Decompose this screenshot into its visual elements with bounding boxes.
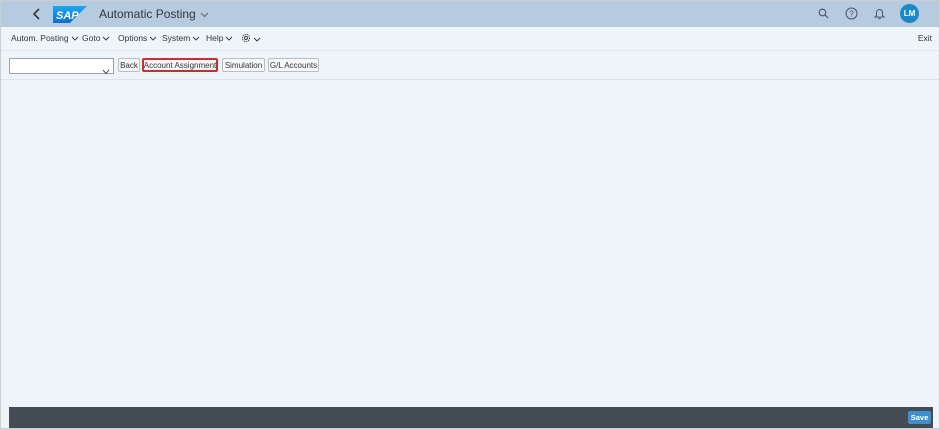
chevron-down-icon bbox=[192, 33, 200, 43]
menu-settings[interactable] bbox=[241, 33, 261, 45]
account-assignment-button[interactable]: Account Assignment bbox=[142, 58, 218, 72]
menu-help[interactable]: Help bbox=[206, 33, 233, 43]
search-icon[interactable] bbox=[814, 5, 832, 23]
menu-bar: Autom. Posting Goto Options System Help bbox=[1, 28, 939, 51]
chevron-down-icon bbox=[102, 62, 110, 80]
back-icon[interactable] bbox=[27, 4, 47, 24]
menu-label: Autom. Posting bbox=[11, 33, 69, 43]
chevron-down-icon bbox=[102, 33, 110, 43]
back-button[interactable]: Back bbox=[118, 58, 140, 72]
menu-goto[interactable]: Goto bbox=[82, 33, 110, 43]
menu-options[interactable]: Options bbox=[118, 33, 157, 43]
chevron-down-icon bbox=[149, 33, 157, 43]
chevron-down-icon bbox=[71, 33, 79, 43]
save-button[interactable]: Save bbox=[908, 411, 931, 424]
menu-label: Help bbox=[206, 33, 224, 43]
simulation-button[interactable]: Simulation bbox=[222, 58, 265, 72]
app-window: SAP Automatic Posting ? LM Autom. Postin… bbox=[0, 0, 940, 429]
exit-button[interactable]: Exit bbox=[918, 33, 932, 43]
chevron-down-icon bbox=[200, 7, 209, 21]
menu-autom-posting[interactable]: Autom. Posting bbox=[11, 33, 79, 43]
menu-label: Options bbox=[118, 33, 148, 43]
app-title-label: Automatic Posting bbox=[99, 7, 196, 21]
chevron-down-icon bbox=[225, 33, 233, 43]
bell-icon[interactable] bbox=[870, 5, 888, 23]
svg-text:SAP: SAP bbox=[56, 10, 79, 22]
shell-actions: ? LM bbox=[814, 4, 919, 23]
chevron-down-icon bbox=[253, 34, 261, 44]
content-area bbox=[1, 80, 939, 406]
avatar[interactable]: LM bbox=[900, 4, 919, 23]
command-field-dropdown[interactable] bbox=[9, 58, 114, 75]
help-icon[interactable]: ? bbox=[842, 5, 860, 23]
menu-label: System bbox=[162, 33, 191, 43]
menu-system[interactable]: System bbox=[162, 33, 200, 43]
footer-bar: Save bbox=[9, 407, 933, 428]
shell-header: SAP Automatic Posting ? LM bbox=[1, 1, 939, 27]
menu-label: Goto bbox=[82, 33, 101, 43]
toolbar: Back Account Assignment Simulation G/L A… bbox=[1, 51, 939, 80]
gear-icon bbox=[241, 33, 251, 45]
app-title[interactable]: Automatic Posting bbox=[99, 7, 209, 21]
svg-text:?: ? bbox=[849, 10, 854, 19]
sap-logo[interactable]: SAP bbox=[53, 6, 87, 23]
gl-accounts-button[interactable]: G/L Accounts bbox=[268, 58, 319, 72]
